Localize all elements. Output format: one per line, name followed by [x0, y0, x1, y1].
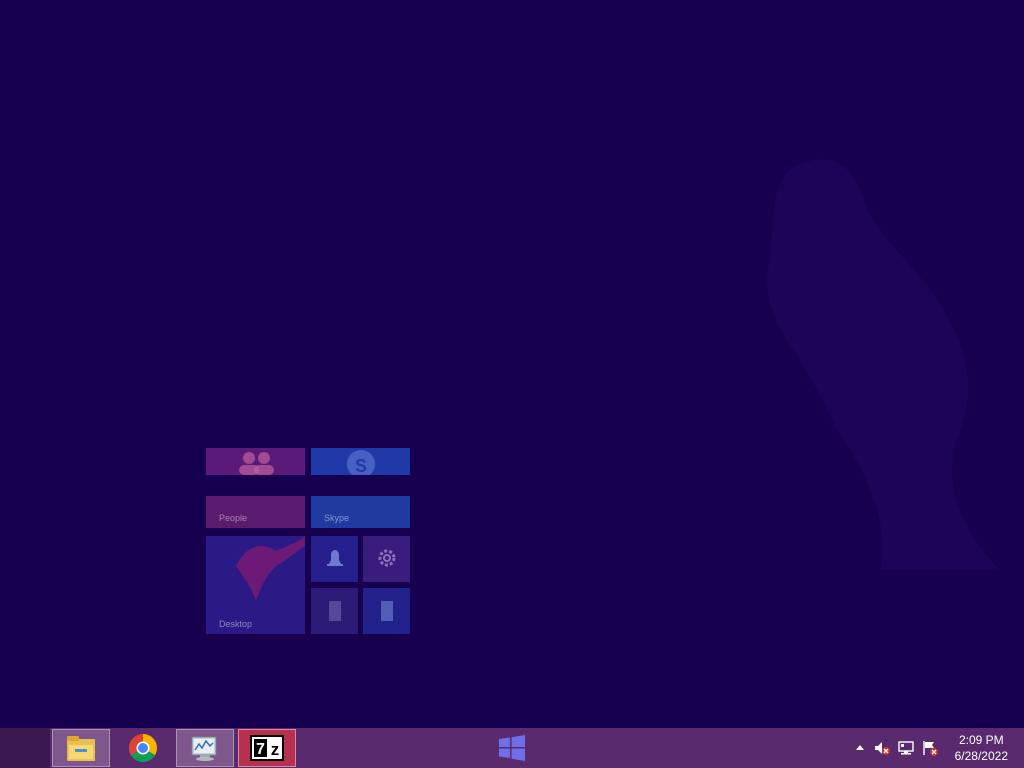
settings-tile[interactable] [363, 536, 410, 582]
tile-label-desktop: Desktop [219, 619, 253, 629]
file-explorer-icon [67, 736, 95, 761]
taskbar-resource-monitor-button[interactable] [176, 729, 234, 767]
resource-monitor-icon [191, 736, 217, 761]
show-hidden-icons-icon[interactable] [852, 740, 868, 756]
taskbar-clock[interactable]: 2:09 PM 6/28/2022 [955, 732, 1008, 764]
desktop[interactable]: S People Skype Desktop [0, 0, 1024, 728]
start-screen-tiles: S People Skype Desktop [206, 448, 410, 634]
7zip-label-7: 7 [256, 741, 265, 758]
alarm-tile[interactable] [311, 536, 358, 582]
people-tile[interactable]: People [206, 496, 305, 528]
people-icon [239, 452, 274, 475]
skype-icon: S [347, 450, 375, 475]
document-tile[interactable] [363, 588, 410, 634]
action-center-icon[interactable] [922, 740, 938, 756]
skype-tile[interactable]: Skype [311, 496, 410, 528]
taskbar-chrome-button[interactable] [114, 729, 172, 767]
taskbar: 7 z 2:09 PM 6/28/2022 [0, 728, 1024, 768]
tile-label-people: People [219, 513, 248, 523]
desktop-wallpaper-icon [236, 536, 305, 601]
wallpaper-figure [767, 159, 1000, 570]
document-icon [381, 601, 393, 621]
document-icon [329, 601, 341, 621]
chrome-icon [129, 734, 157, 762]
document-tile[interactable] [311, 588, 358, 634]
taskbar-7zip-button[interactable]: 7 z [238, 729, 296, 767]
alarm-icon [327, 550, 343, 566]
svg-text:S: S [355, 456, 367, 475]
clock-time: 2:09 PM [958, 733, 1004, 747]
7zip-label-z: z [271, 740, 280, 759]
windows-logo-icon [499, 735, 525, 761]
skype-tile-top[interactable]: S [311, 448, 410, 475]
start-button[interactable] [0, 728, 525, 768]
tile-label-skype: Skype [324, 513, 350, 523]
system-tray: 2:09 PM 6/28/2022 [844, 728, 1024, 768]
volume-muted-icon[interactable] [874, 740, 890, 756]
network-icon[interactable] [898, 740, 914, 756]
taskbar-file-explorer-button[interactable] [52, 729, 110, 767]
people-tile-top[interactable] [206, 448, 305, 475]
settings-icon [378, 549, 396, 567]
clock-date: 6/28/2022 [954, 749, 1008, 763]
7zip-icon: 7 z [250, 735, 284, 761]
desktop-tile[interactable]: Desktop [206, 536, 305, 634]
